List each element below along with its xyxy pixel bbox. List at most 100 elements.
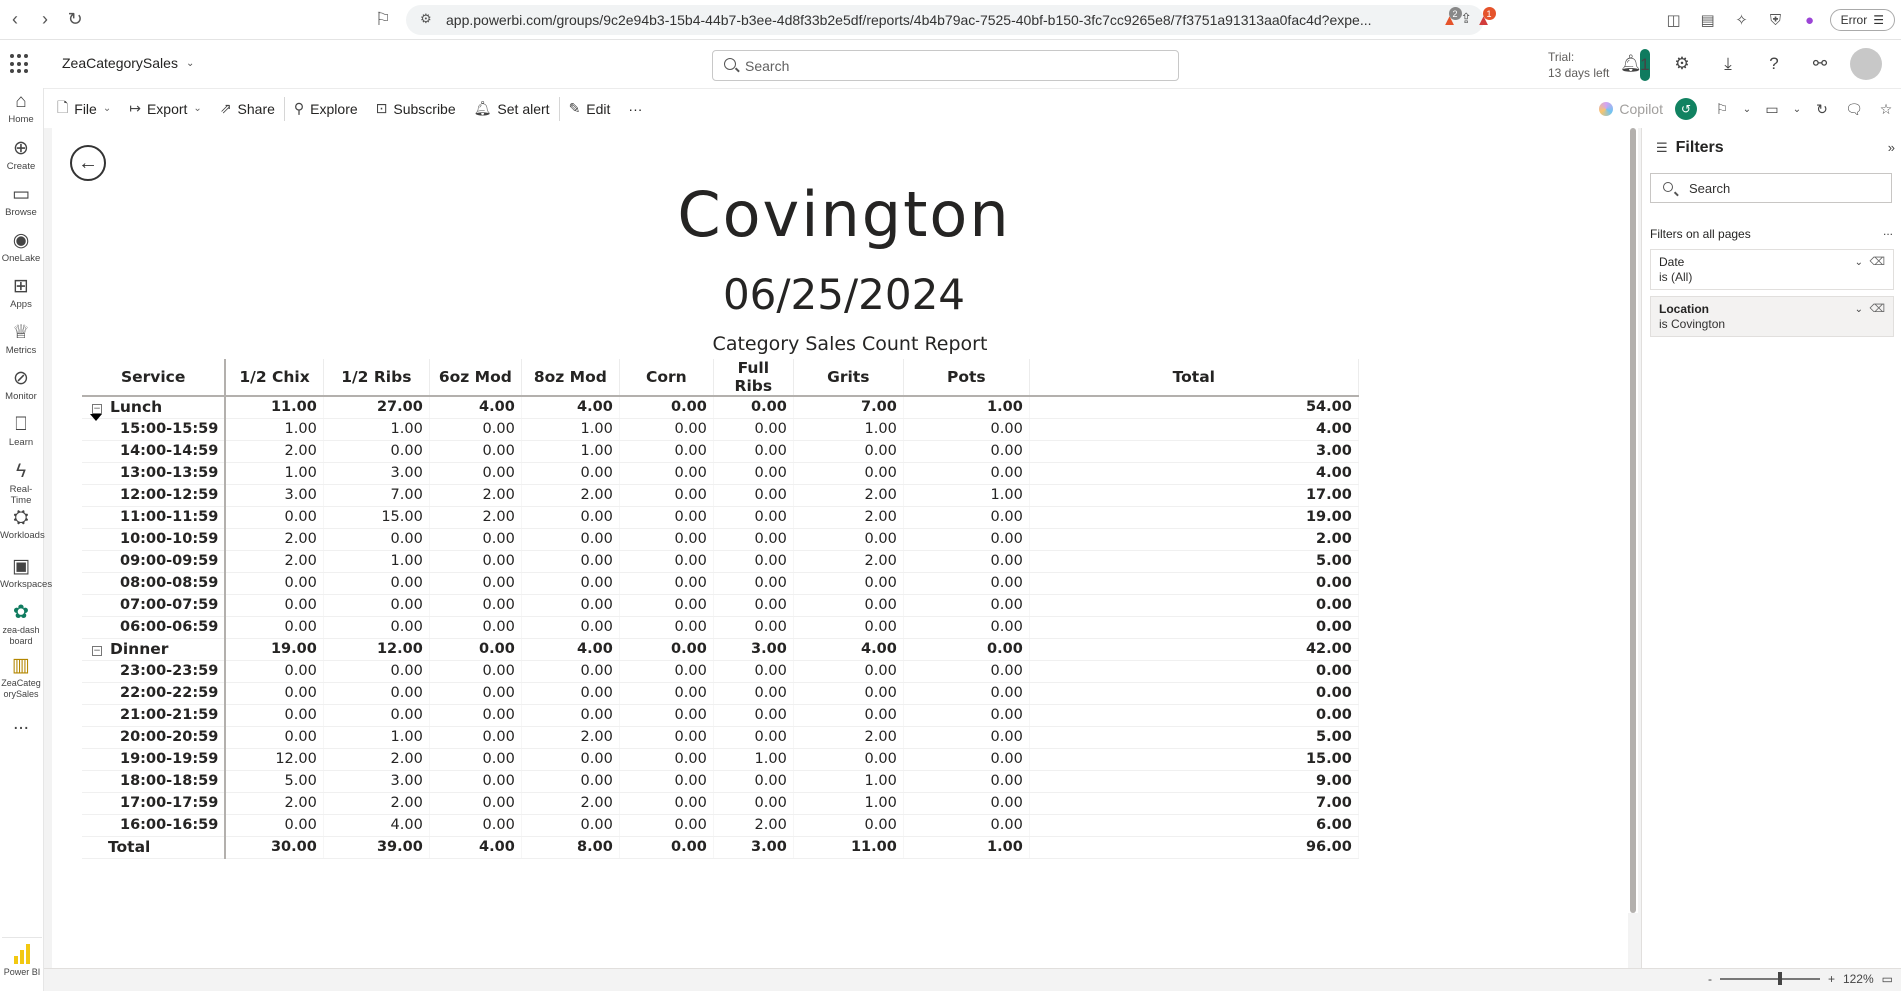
column-header[interactable]: Corn <box>619 359 714 397</box>
collapse-toggle-icon[interactable]: − <box>92 646 102 656</box>
value-cell[interactable]: 2.00 <box>521 726 620 749</box>
row-header-cell[interactable]: 10:00-10:59 <box>82 528 227 551</box>
column-header[interactable]: 1/2 Ribs <box>323 359 430 397</box>
comment-icon[interactable]: 🗨︎ <box>1839 94 1869 124</box>
value-cell[interactable]: 0.00 <box>619 550 714 573</box>
value-cell[interactable]: 0.00 <box>429 770 522 793</box>
favorite-icon[interactable]: ☆ <box>1871 94 1901 124</box>
value-cell[interactable]: 0.00 <box>619 704 714 727</box>
value-cell[interactable]: 0.00 <box>903 638 1030 661</box>
value-cell[interactable]: 1.00 <box>903 396 1030 419</box>
notifications-icon[interactable]: 🔔︎ 1 <box>1620 48 1652 81</box>
value-cell[interactable]: 2.00 <box>521 484 620 507</box>
column-header[interactable]: 1/2 Chix <box>225 359 324 397</box>
back-arrow-icon[interactable]: ← <box>70 145 106 181</box>
row-total-cell[interactable]: 6.00 <box>1029 814 1359 837</box>
zoom-slider[interactable] <box>1719 972 1820 985</box>
value-cell[interactable]: 0.00 <box>903 616 1030 639</box>
row-header-cell[interactable]: 14:00-14:59 <box>82 440 227 463</box>
value-cell[interactable]: 0.00 <box>225 704 324 727</box>
value-cell[interactable]: 0.00 <box>429 462 522 485</box>
forward-nav-icon[interactable]: › <box>30 5 60 35</box>
chevron-down-icon[interactable]: ⌄ <box>1789 94 1805 124</box>
value-cell[interactable]: 1.00 <box>225 418 324 441</box>
sidebar-icon[interactable]: ◫ <box>1660 6 1688 34</box>
value-cell[interactable]: 0.00 <box>429 440 522 463</box>
value-cell[interactable]: 2.00 <box>225 550 324 573</box>
value-cell[interactable]: 0.00 <box>619 506 714 529</box>
value-cell[interactable]: 0.00 <box>793 440 904 463</box>
chevron-down-icon[interactable]: ⌄ <box>1739 94 1755 124</box>
value-cell[interactable]: 12.00 <box>225 748 324 771</box>
nav-item-zea-dashboard[interactable]: ✿ zea-dashboard <box>0 601 42 647</box>
value-cell[interactable]: 2.00 <box>429 484 522 507</box>
value-cell[interactable]: 0.00 <box>713 660 794 683</box>
value-cell[interactable]: 0.00 <box>619 748 714 771</box>
row-header-cell[interactable]: 17:00-17:59 <box>82 792 227 815</box>
value-cell[interactable]: 0.00 <box>521 594 620 617</box>
group-header-cell[interactable]: − Dinner <box>82 638 227 661</box>
value-cell[interactable]: 1.00 <box>903 484 1030 507</box>
nav-item-browse[interactable]: ▭ Browse <box>0 183 42 218</box>
value-cell[interactable]: 0.00 <box>429 814 522 837</box>
value-cell[interactable]: 0.00 <box>225 726 324 749</box>
value-cell[interactable]: 0.00 <box>429 704 522 727</box>
row-header-cell[interactable]: 08:00-08:59 <box>82 572 227 595</box>
value-cell[interactable]: 4.00 <box>323 814 430 837</box>
nav-item-home[interactable]: ⌂ Home <box>0 90 42 125</box>
value-cell[interactable]: 0.00 <box>903 594 1030 617</box>
value-cell[interactable]: 4.00 <box>429 396 522 419</box>
refresh-icon[interactable]: ↻ <box>1807 94 1837 124</box>
value-cell[interactable]: 0.00 <box>619 660 714 683</box>
row-header-cell[interactable]: 11:00-11:59 <box>82 506 227 529</box>
value-cell[interactable]: 4.00 <box>793 638 904 661</box>
row-total-cell[interactable]: 0.00 <box>1029 704 1359 727</box>
value-cell[interactable]: 0.00 <box>903 506 1030 529</box>
value-cell[interactable]: 4.00 <box>429 835 522 859</box>
row-total-cell[interactable]: 96.00 <box>1029 835 1359 859</box>
reload-icon[interactable]: ↻ <box>60 5 90 35</box>
value-cell[interactable]: 0.00 <box>619 484 714 507</box>
filter-card-date[interactable]: Date is (All) ⌄ ⌫ <box>1650 249 1894 290</box>
value-cell[interactable]: 0.00 <box>713 616 794 639</box>
filters-search-input[interactable]: Search <box>1650 173 1892 203</box>
column-header[interactable]: Total <box>1029 359 1359 397</box>
value-cell[interactable]: 0.00 <box>903 792 1030 815</box>
value-cell[interactable]: 2.00 <box>225 440 324 463</box>
value-cell[interactable]: 0.00 <box>225 594 324 617</box>
nav-item-workloads[interactable]: ⛭ Workloads <box>0 506 45 541</box>
column-header[interactable]: Service <box>82 359 227 397</box>
row-total-cell[interactable]: 0.00 <box>1029 594 1359 617</box>
nav-more-icon[interactable]: ... <box>0 712 42 736</box>
reset-icon[interactable]: ↺ <box>1675 98 1697 120</box>
eraser-icon[interactable]: ⌫ <box>1869 302 1885 317</box>
value-cell[interactable]: 0.00 <box>225 572 324 595</box>
value-cell[interactable]: 0.00 <box>793 572 904 595</box>
row-header-cell[interactable]: 19:00-19:59 <box>82 748 227 771</box>
value-cell[interactable]: 0.00 <box>619 835 714 859</box>
canvas-scrollbar[interactable] <box>1628 128 1638 913</box>
value-cell[interactable]: 0.00 <box>521 770 620 793</box>
row-total-cell[interactable]: 0.00 <box>1029 616 1359 639</box>
value-cell[interactable]: 0.00 <box>793 462 904 485</box>
value-cell[interactable]: 2.00 <box>793 484 904 507</box>
row-header-cell[interactable]: 06:00-06:59 <box>82 616 227 639</box>
edit-button[interactable]: ✎ Edit <box>560 94 620 124</box>
value-cell[interactable]: 3.00 <box>323 770 430 793</box>
value-cell[interactable]: 3.00 <box>713 638 794 661</box>
row-header-cell[interactable]: 16:00-16:59 <box>82 814 227 837</box>
collapse-toggle-icon[interactable]: − <box>92 404 102 415</box>
nav-item-apps[interactable]: ⊞ Apps <box>0 275 42 310</box>
row-total-cell[interactable]: 3.00 <box>1029 440 1359 463</box>
value-cell[interactable]: 0.00 <box>521 616 620 639</box>
value-cell[interactable]: 2.00 <box>793 726 904 749</box>
value-cell[interactable]: 0.00 <box>429 660 522 683</box>
value-cell[interactable]: 0.00 <box>903 572 1030 595</box>
value-cell[interactable]: 0.00 <box>713 572 794 595</box>
value-cell[interactable]: 0.00 <box>619 462 714 485</box>
value-cell[interactable]: 0.00 <box>619 770 714 793</box>
explore-button[interactable]: ⚲ Explore <box>285 94 367 124</box>
share-feedback-icon[interactable]: ⚯ <box>1804 48 1836 80</box>
value-cell[interactable]: 8.00 <box>521 835 620 859</box>
value-cell[interactable]: 0.00 <box>903 440 1030 463</box>
